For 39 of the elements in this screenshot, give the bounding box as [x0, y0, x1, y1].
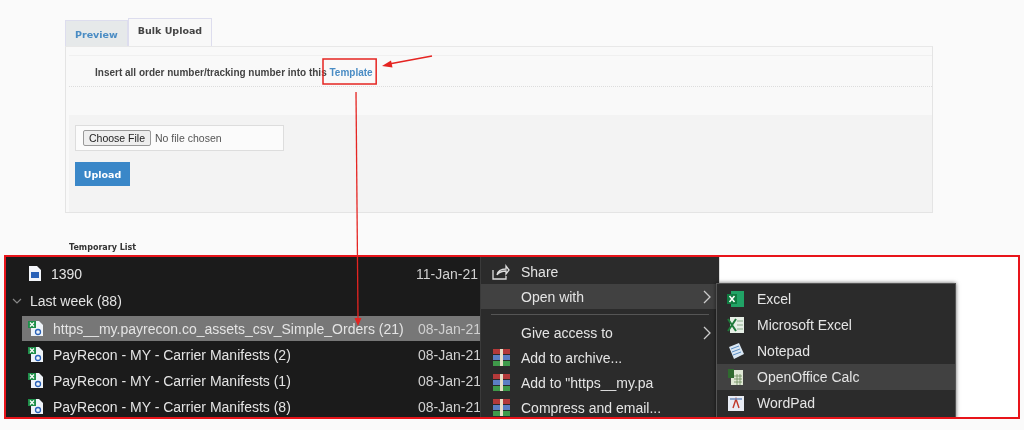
menu-item[interactable]: OpenOffice Calc: [717, 364, 955, 390]
file-row[interactable]: 1390 11-Jan-21: [22, 261, 480, 286]
file-input[interactable]: Choose File No file chosen: [75, 125, 284, 151]
spreadsheet-app-icon: [727, 290, 745, 308]
menu-item[interactable]: Compress and email...: [481, 395, 719, 417]
spreadsheet-file-icon: [28, 346, 44, 363]
file-row[interactable]: PayRecon - MY - Carrier Manifests (1) 08-Jan-21: [22, 368, 480, 393]
share-icon: [492, 263, 510, 280]
tab[interactable]: Bulk Upload: [127, 18, 213, 46]
template-link[interactable]: Template: [329, 67, 373, 78]
menu-item[interactable]: Microsoft Excel: [717, 312, 955, 338]
archive-icon: [492, 399, 510, 416]
upload-button[interactable]: Upload: [75, 162, 130, 186]
menu-item[interactable]: Notepad: [717, 338, 955, 364]
spreadsheet-file-icon: [28, 320, 44, 337]
image-file-icon: [28, 265, 42, 282]
menu-item[interactable]: Share: [481, 259, 719, 284]
document-app-icon: [727, 394, 745, 412]
spreadsheet-app-icon: [727, 316, 745, 334]
section-title: Temporary List: [69, 243, 138, 252]
menu-item[interactable]: WordPad: [717, 390, 955, 416]
archive-icon: [492, 349, 510, 366]
group-header[interactable]: Last week (88): [6, 287, 480, 315]
archive-icon: [492, 374, 510, 391]
spreadsheet-file-icon: [28, 372, 44, 389]
choose-file-button[interactable]: Choose File: [83, 130, 152, 146]
menu-item[interactable]: Add to archive...: [481, 345, 719, 370]
file-row[interactable]: PayRecon - MY - Carrier Manifests (2) 08-Jan-21: [22, 342, 480, 367]
spreadsheet-file-icon: [28, 398, 44, 415]
file-row[interactable]: PayRecon - MY - Carrier Manifests (8) 08-Jan-21: [22, 394, 480, 417]
menu-item[interactable]: Add to "https__my.pa: [481, 370, 719, 395]
menu-item[interactable]: Open with: [481, 284, 719, 309]
menu-item[interactable]: Excel: [717, 286, 955, 312]
file-status: No file chosen: [155, 132, 222, 144]
annotation-arrow: [380, 55, 433, 69]
menu-item[interactable]: Give access to: [481, 320, 719, 345]
spreadsheet-app-icon: [727, 368, 745, 386]
file-row[interactable]: https__my.payrecon.co_assets_csv_Simple_Orders (21) 08-Jan-21: [22, 316, 480, 341]
notepad-icon: [727, 342, 745, 360]
